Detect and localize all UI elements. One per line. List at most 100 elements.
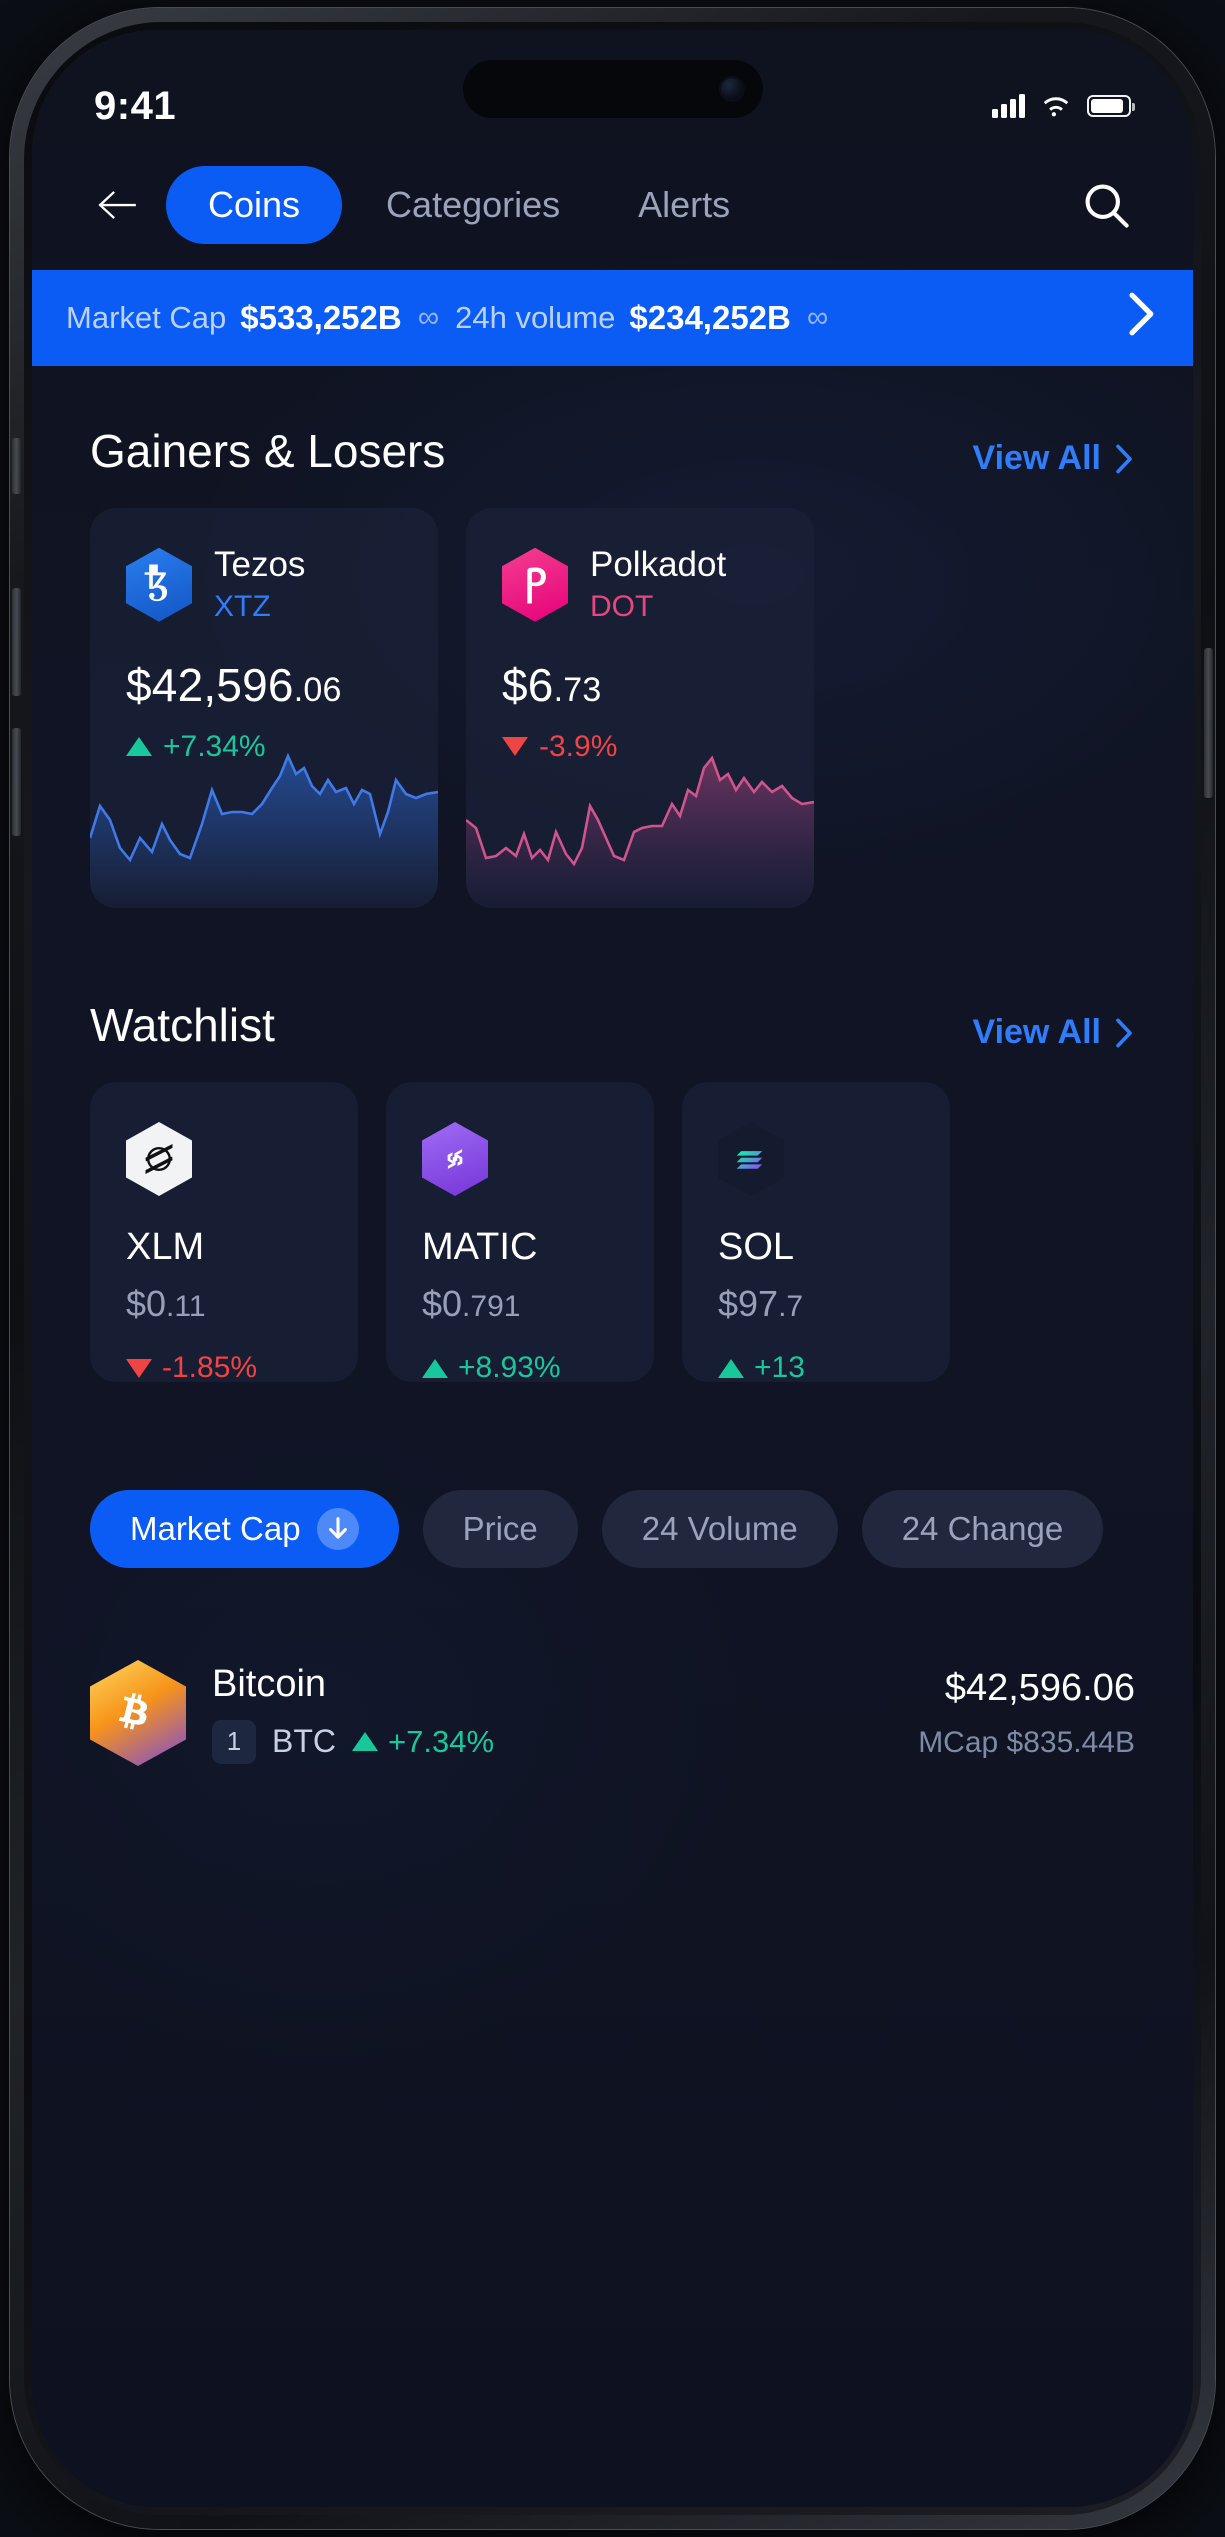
table-row[interactable]: Bitcoin 1 BTC +7.34% $42,596.06 MCap $83…	[32, 1634, 1193, 1766]
price-main: $42,596	[126, 658, 294, 711]
watchlist-symbol: XLM	[126, 1226, 205, 1268]
volume-up-button[interactable]	[12, 588, 21, 696]
coin-row-subline: 1 BTC +7.34%	[212, 1719, 495, 1764]
tab-alerts[interactable]: Alerts	[604, 166, 764, 244]
chip-24-change[interactable]: 24 Change	[861, 1490, 1104, 1568]
chip-market-cap[interactable]: Market Cap	[90, 1490, 399, 1568]
watchlist-price: $97.7	[718, 1283, 950, 1325]
tab-bar: Coins Categories Alerts	[166, 166, 1071, 244]
arrow-down-icon	[328, 1517, 347, 1539]
gainers-view-all-button[interactable]: View All	[973, 439, 1136, 478]
coin-price: $42,596.06	[126, 658, 438, 712]
volume-label: 24h volume	[455, 300, 616, 335]
watchlist-card-sol[interactable]: SOL $97.7 +13	[682, 1082, 950, 1385]
volume-down-button[interactable]	[12, 728, 21, 836]
coin-card-polkadot[interactable]: Polkadot DOT $6.73 -3.9%	[466, 508, 814, 908]
gainers-section-header: Gainers & Losers View All	[32, 366, 1193, 508]
rank-badge: 1	[212, 1719, 256, 1764]
price-main: $0	[422, 1283, 463, 1324]
mute-switch[interactable]	[12, 438, 21, 494]
status-icons	[992, 94, 1135, 118]
volume-value: $234,252B	[629, 299, 791, 336]
watchlist-view-all-button[interactable]: View All	[973, 1013, 1136, 1052]
triangle-up-icon	[718, 1358, 744, 1378]
chip-price[interactable]: Price	[422, 1490, 578, 1568]
card-name-block: Polkadot DOT	[590, 545, 727, 624]
battery-icon	[1087, 95, 1135, 117]
polkadot-hexagon-icon	[502, 547, 568, 622]
sparkline-chart-tezos	[90, 752, 438, 908]
card-header: Polkadot DOT	[502, 545, 814, 624]
watchlist-change: -1.85%	[126, 1351, 358, 1385]
back-button[interactable]	[84, 177, 156, 233]
coin-row-left: Bitcoin 1 BTC +7.34%	[90, 1660, 892, 1766]
tab-coins[interactable]: Coins	[166, 166, 343, 244]
chevron-right-icon	[1116, 1018, 1132, 1047]
watchlist-card-xlm[interactable]: XLM $0.11 -1.85%	[90, 1082, 358, 1385]
chevron-right-icon	[1129, 292, 1154, 336]
coin-ticker: BTC	[272, 1723, 336, 1759]
watchlist-symbol: MATIC	[422, 1226, 538, 1268]
dynamic-island	[462, 60, 763, 118]
change-value: +8.93%	[458, 1351, 561, 1384]
sort-filter-chips: Market Cap Price 24 Volume 24 Change	[32, 1490, 1193, 1568]
tezos-hexagon-icon	[126, 547, 192, 622]
coin-row-right: $42,596.06 MCap $835.44B	[918, 1667, 1135, 1760]
gainers-view-all-label: View All	[972, 439, 1102, 477]
top-navigation: Coins Categories Alerts	[32, 160, 1193, 270]
market-cap-value: $533,252B	[240, 299, 402, 336]
market-cap-label: Market Cap	[66, 300, 227, 335]
market-summary-banner[interactable]: Market Cap $533,252B ∞ 24h volume $234,2…	[32, 270, 1193, 366]
watchlist-card-matic[interactable]: MATIC $0.791 +8.93%	[386, 1082, 654, 1385]
status-bar: 9:41	[32, 30, 1193, 160]
watchlist-price: $0.11	[126, 1283, 358, 1325]
coin-name: Tezos	[214, 545, 306, 584]
tab-categories[interactable]: Categories	[352, 166, 594, 244]
coin-symbol: DOT	[590, 589, 654, 623]
watchlist-price: $0.791	[422, 1283, 654, 1325]
polygon-hexagon-icon	[422, 1122, 488, 1196]
market-strip-expand-button[interactable]	[1115, 292, 1159, 344]
wifi-icon	[1043, 97, 1069, 117]
change-value: +7.34%	[388, 1723, 495, 1759]
price-decimals: .06	[293, 670, 342, 709]
chip-label: Market Cap	[130, 1510, 301, 1547]
sort-direction-button[interactable]	[316, 1508, 359, 1550]
infinity-icon-2: ∞	[806, 301, 829, 334]
price-decimals: .7	[778, 1290, 804, 1323]
arrow-left-icon	[98, 191, 136, 219]
card-header: Tezos XTZ	[126, 545, 438, 624]
search-button[interactable]	[1071, 174, 1141, 236]
coin-row-texts: Bitcoin 1 BTC +7.34%	[212, 1663, 494, 1764]
status-time: 9:41	[94, 83, 177, 128]
price-main: $0	[126, 1283, 167, 1324]
watchlist-symbol: SOL	[718, 1226, 795, 1268]
triangle-up-icon	[352, 1732, 378, 1751]
watchlist-change: +8.93%	[422, 1351, 654, 1385]
coin-card-tezos[interactable]: Tezos XTZ $42,596.06 +7.34%	[90, 508, 438, 908]
infinity-icon-1: ∞	[417, 301, 440, 334]
coin-market-cap: MCap $835.44B	[918, 1725, 1135, 1759]
gainers-cards-row: Tezos XTZ $42,596.06 +7.34% Polkadot DOT…	[32, 508, 1193, 908]
watchlist-change: +13	[718, 1351, 950, 1385]
chip-24-volume[interactable]: 24 Volume	[601, 1490, 838, 1568]
coin-price: $42,596.06	[944, 1666, 1135, 1709]
front-camera-icon	[718, 76, 745, 102]
price-decimals: .791	[462, 1290, 521, 1323]
coin-name: Polkadot	[590, 545, 727, 584]
coin-name: Bitcoin	[212, 1662, 327, 1705]
chevron-right-icon	[1116, 444, 1132, 473]
coin-symbol: XTZ	[214, 589, 271, 623]
watchlist-title: Watchlist	[90, 999, 275, 1051]
gainers-title: Gainers & Losers	[90, 425, 446, 477]
cellular-signal-icon	[992, 94, 1025, 118]
stellar-hexagon-icon	[126, 1122, 192, 1196]
triangle-down-icon	[126, 1358, 152, 1378]
crypto-app: 9:41 Coins Categories Alerts Market Cap …	[32, 30, 1193, 2507]
watchlist-view-all-label: View All	[972, 1013, 1102, 1051]
power-button[interactable]	[1204, 648, 1213, 798]
watchlist-cards-row: XLM $0.11 -1.85% MATIC $0.791 +8.93% SOL…	[32, 1082, 1193, 1385]
price-decimals: .11	[166, 1290, 206, 1323]
search-icon	[1085, 184, 1129, 228]
watchlist-section-header: Watchlist View All	[32, 908, 1193, 1082]
